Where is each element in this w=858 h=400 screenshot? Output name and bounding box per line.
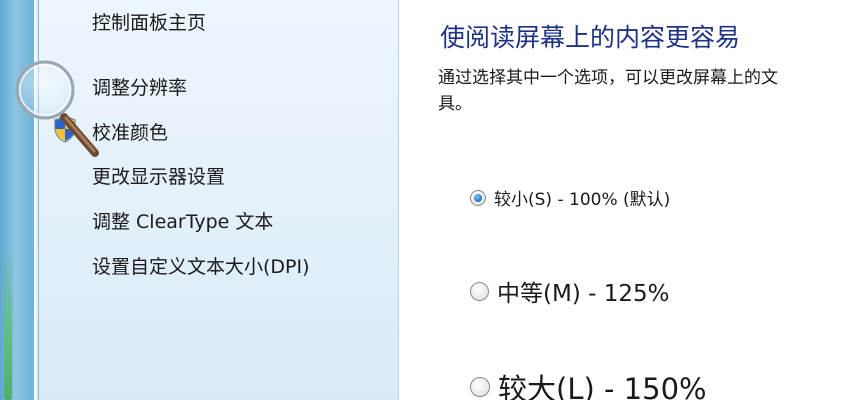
radio-smaller[interactable] (470, 189, 486, 206)
sidebar-item-control-panel-home[interactable]: 控制面板主页 (92, 8, 206, 35)
page-description: 通过选择其中一个选项，可以更改屏幕上的文 具。 (438, 65, 858, 117)
option-medium-label: 中等(M) - 125% (497, 281, 670, 307)
radio-medium[interactable] (470, 281, 489, 301)
option-larger[interactable]: 较大(L) - 150% (470, 366, 707, 400)
magnifier-icon[interactable] (12, 60, 122, 170)
frame-glint (4, 250, 12, 400)
option-larger-label: 较大(L) - 150% (498, 372, 707, 400)
task-pane-divider (398, 0, 399, 400)
display-control-panel-window: 控制面板主页 调整分辨率 校准颜色 更改显示器设置 调整 ClearType 文… (0, 0, 858, 400)
option-medium[interactable]: 中等(M) - 125% (470, 274, 669, 308)
description-line-2: 具。 (438, 94, 472, 114)
sidebar-item-custom-dpi[interactable]: 设置自定义文本大小(DPI) (92, 252, 310, 279)
sidebar-item-adjust-cleartype[interactable]: 调整 ClearType 文本 (92, 207, 273, 234)
radio-larger[interactable] (470, 377, 490, 397)
option-smaller-label: 较小(S) - 100% (默认) (494, 190, 671, 210)
description-line-1: 通过选择其中一个选项，可以更改屏幕上的文 (438, 68, 778, 88)
option-smaller[interactable]: 较小(S) - 100% (默认) (470, 185, 670, 210)
page-title: 使阅读屏幕上的内容更容易 (440, 23, 741, 52)
